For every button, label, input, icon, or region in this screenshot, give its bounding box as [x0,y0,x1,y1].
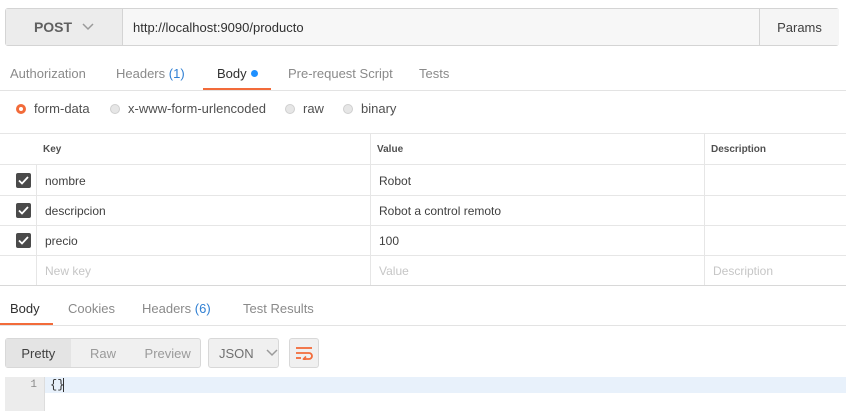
params-button[interactable]: Params [759,9,839,45]
response-tab-headers[interactable]: Headers (6) [142,301,211,316]
column-header-key: Key [43,144,62,155]
column-header-value: Value [377,144,404,155]
radio-binary[interactable]: binary [343,101,396,116]
response-tab-body[interactable]: Body [10,301,40,316]
radio-form-data[interactable]: form-data [16,101,90,116]
tab-body[interactable]: Body [217,66,247,81]
wrap-lines-button[interactable] [289,338,319,368]
editor-gutter: 1 [5,377,45,411]
radio-x-www-form-urlencoded[interactable]: x-www-form-urlencoded [110,101,266,116]
row-border [0,195,846,196]
row-border [0,225,846,226]
tab-pre-request-script[interactable]: Pre-request Script [288,66,393,81]
response-tab-cookies[interactable]: Cookies [68,301,115,316]
radio-icon [110,103,120,114]
chevron-down-icon [82,23,94,31]
new-value-input[interactable]: Value [379,264,409,278]
text-cursor [63,378,64,392]
response-tab-test-results[interactable]: Test Results [243,301,314,316]
divider [0,325,846,326]
row-border [0,255,846,256]
row-checkbox[interactable] [16,233,31,248]
method-select[interactable]: POST [6,9,123,45]
response-headers-count: (6) [194,301,211,316]
table-header-border [0,164,846,165]
method-label: POST [33,19,73,35]
tab-authorization[interactable]: Authorization [10,66,86,81]
table-top-border [0,133,846,134]
check-icon [18,176,29,185]
row-value[interactable]: 100 [379,234,399,248]
format-select[interactable]: JSON [208,338,279,368]
tab-tests[interactable]: Tests [419,66,449,81]
preview-button[interactable]: Preview [135,339,200,367]
row-checkbox[interactable] [16,203,31,218]
radio-selected-icon [16,103,26,114]
raw-button[interactable]: Raw [71,339,136,367]
row-checkbox[interactable] [16,173,31,188]
row-key[interactable]: descripcion [45,204,106,218]
tab-headers[interactable]: Headers (1) [116,66,185,81]
radio-icon [343,103,353,114]
active-line-highlight [45,377,846,393]
body-modified-dot-icon [251,70,258,77]
wrap-lines-icon [296,347,313,360]
headers-count: (1) [168,66,185,81]
column-divider [370,134,371,285]
view-mode-toggle: Pretty Raw Preview [5,338,201,368]
new-key-input[interactable]: New key [45,264,91,278]
url-input[interactable] [123,9,759,45]
pretty-button[interactable]: Pretty [6,339,71,367]
divider [0,90,846,91]
radio-icon [285,103,295,114]
row-key[interactable]: nombre [45,174,86,188]
row-key[interactable]: precio [45,234,78,248]
table-bottom-border [0,285,846,286]
column-divider [704,134,705,285]
row-value[interactable]: Robot a control remoto [379,204,501,218]
radio-raw[interactable]: raw [285,101,324,116]
check-icon [18,236,29,245]
row-value[interactable]: Robot [379,174,411,188]
format-label: JSON [219,345,254,361]
column-header-description: Description [711,144,767,155]
new-description-input[interactable]: Description [713,264,773,278]
check-icon [18,206,29,215]
url-bar: POST Params [5,8,839,46]
chevron-down-icon [266,349,278,357]
line-number: 1 [30,379,37,391]
